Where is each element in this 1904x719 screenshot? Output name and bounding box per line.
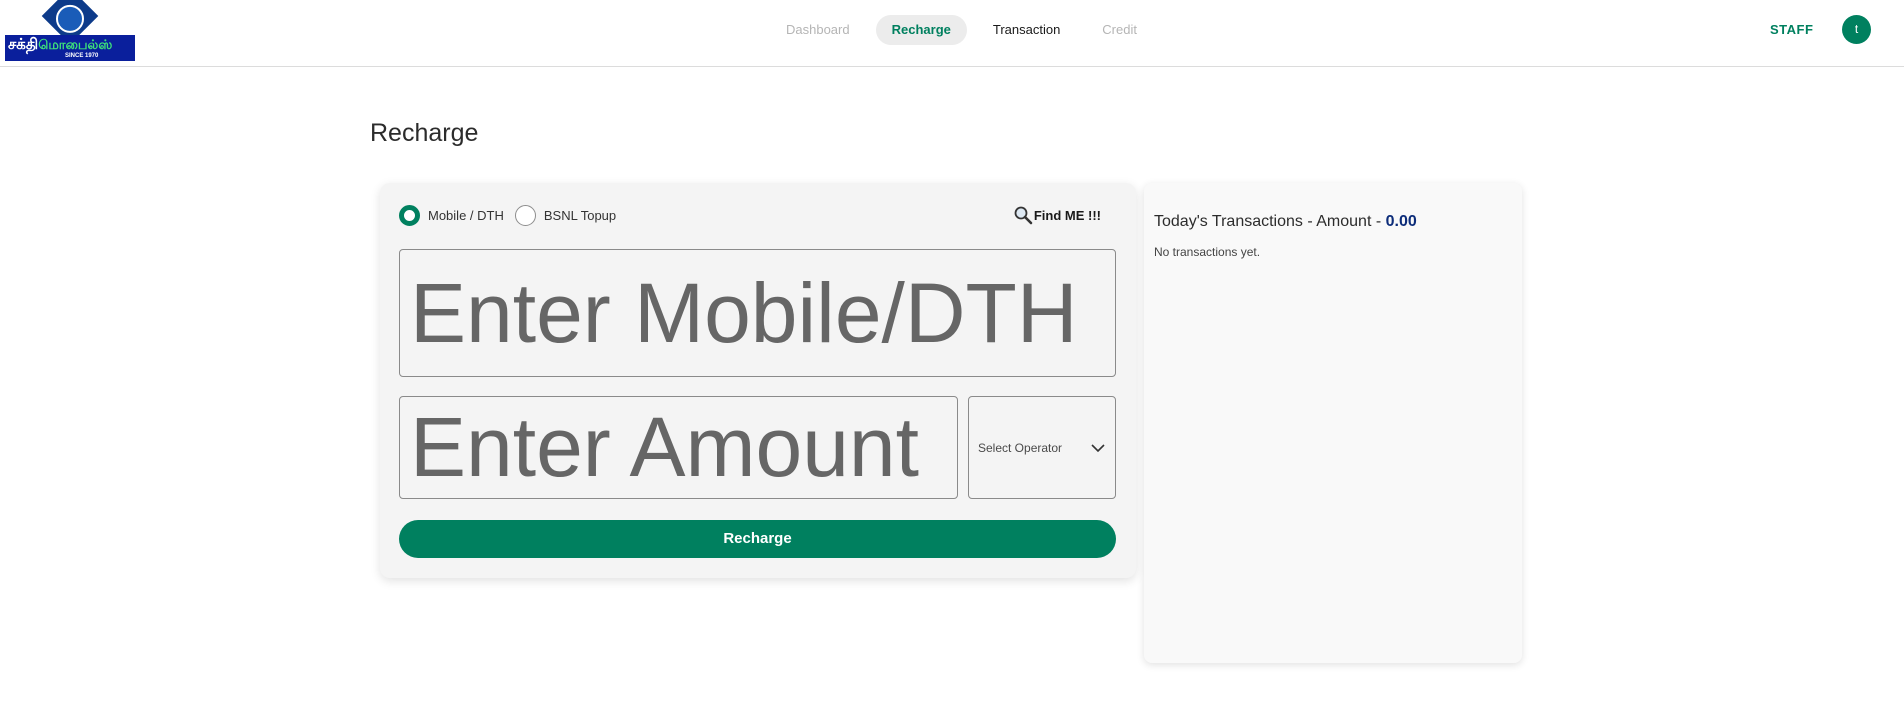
transactions-empty-message: No transactions yet. xyxy=(1154,245,1261,259)
top-header: சக்திமொபைல்ஸ் SINCE 1970 Dashboard Recha… xyxy=(0,0,1904,67)
transactions-title: Today's Transactions - Amount - 0.00 xyxy=(1154,213,1417,231)
nav-transaction[interactable]: Transaction xyxy=(977,15,1076,45)
page-title: Recharge xyxy=(370,119,479,147)
main-nav: Dashboard Recharge Transaction Credit xyxy=(770,15,1153,45)
logo-text-secondary: மொபைல்ஸ் xyxy=(38,37,113,52)
user-avatar[interactable]: t xyxy=(1842,15,1871,44)
nav-credit[interactable]: Credit xyxy=(1086,15,1153,45)
recharge-submit-button[interactable]: Recharge xyxy=(399,520,1116,558)
user-role-label: STAFF xyxy=(1770,22,1814,37)
radio-mobile-dth[interactable] xyxy=(399,205,420,226)
find-me-button[interactable]: Find ME !!! xyxy=(1013,205,1101,225)
find-me-label: Find ME !!! xyxy=(1033,207,1101,223)
chevron-down-icon xyxy=(1091,441,1105,455)
search-icon xyxy=(1013,205,1033,225)
logo-text-main: சக்தி xyxy=(8,36,39,53)
company-logo[interactable]: சக்திமொபைல்ஸ் SINCE 1970 xyxy=(5,0,135,62)
todays-transactions-panel: Today's Transactions - Amount - 0.00 No … xyxy=(1144,183,1522,663)
nav-recharge[interactable]: Recharge xyxy=(875,15,967,45)
mobile-dth-input[interactable] xyxy=(399,249,1116,377)
radio-bsnl-topup[interactable] xyxy=(514,205,536,226)
amount-input[interactable] xyxy=(399,396,958,499)
nav-dashboard[interactable]: Dashboard xyxy=(770,15,866,45)
logo-tagline: SINCE 1970 xyxy=(65,53,99,59)
radio-bsnl-topup-label[interactable]: BSNL Topup xyxy=(544,208,616,223)
transactions-amount: 0.00 xyxy=(1385,213,1417,230)
recharge-form-card: Mobile / DTH BSNL Topup Find ME !!! Sele… xyxy=(380,183,1136,578)
logo-banner: சக்திமொபைல்ஸ் SINCE 1970 xyxy=(5,35,135,61)
operator-select-label: Select Operator xyxy=(978,441,1063,455)
operator-select[interactable]: Select Operator xyxy=(968,396,1116,499)
radio-mobile-dth-label[interactable]: Mobile / DTH xyxy=(428,208,504,223)
transactions-title-prefix: Today's Transactions - Amount - xyxy=(1154,213,1386,230)
recharge-type-group: Mobile / DTH BSNL Topup xyxy=(399,205,627,226)
